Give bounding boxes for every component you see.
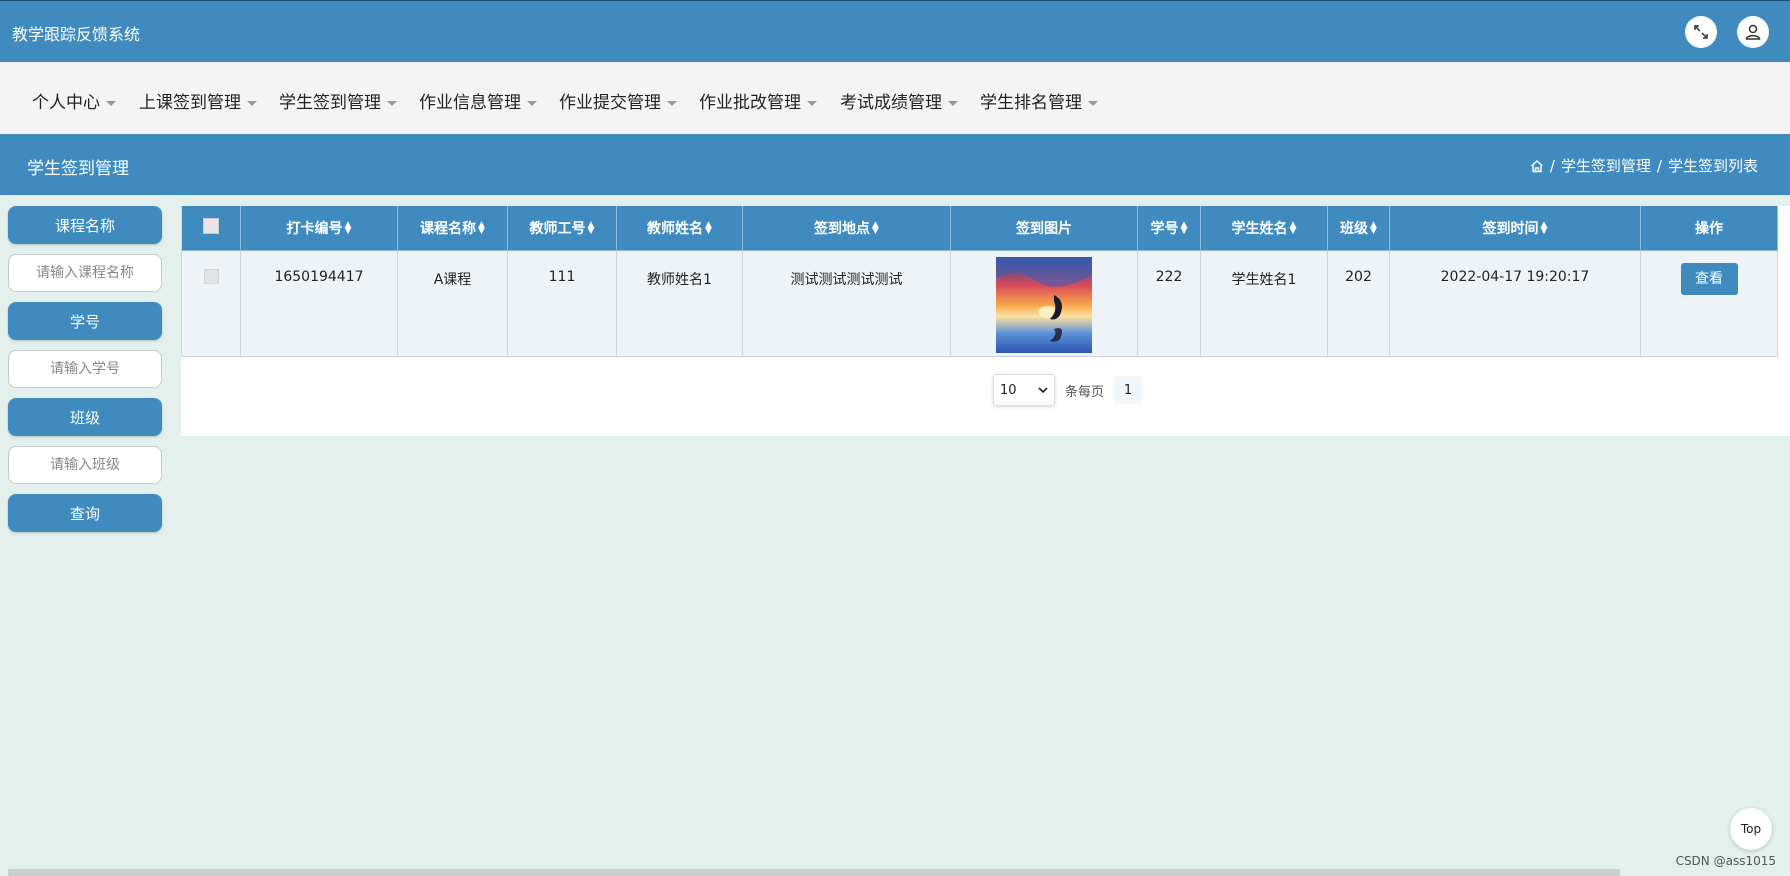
table-row: 1650194417 A课程 111 教师姓名1 测试测试测试测试 222 学生… [181,250,1778,357]
column-header[interactable]: 教师工号 ▲ ▼ [507,206,617,251]
caret-down-icon [247,100,257,106]
menu-label: 个人中心 [32,93,100,113]
page-title: 学生签到管理 [27,159,129,179]
app-title: 教学跟踪反馈系统 [12,25,141,44]
breadcrumb-item[interactable]: 学生签到管理 [1561,155,1651,176]
user-icon [1745,24,1761,40]
class-label: 班级 [8,398,162,436]
class-cell: 202 [1327,250,1390,357]
main-menu: 个人中心 上课签到管理 学生签到管理 作业信息管理 作业提交管理 作业批改管理 … [0,62,1790,134]
menu-exam-scores[interactable]: 考试成绩管理 [840,88,958,113]
pagination: 10 条每页 1 [993,374,1143,406]
row-checkbox[interactable] [203,269,219,284]
course-cell: A课程 [397,250,508,357]
menu-student-ranking[interactable]: 学生排名管理 [980,88,1098,113]
breadcrumb-item: 学生签到列表 [1667,157,1758,175]
chevron-down-icon [1038,387,1048,394]
column-header[interactable]: 学号 ▲ ▼ [1137,206,1201,251]
sort-icon[interactable]: ▲ ▼ [345,221,352,236]
home-icon[interactable] [1530,159,1544,173]
menu-student-checkin[interactable]: 学生签到管理 [279,88,397,113]
watermark: CSDN @ass1015 [1675,854,1776,868]
select-all-cell[interactable] [181,206,241,251]
student-no-label: 学号 [8,302,162,340]
row-select-cell[interactable] [181,250,241,357]
page-number-button[interactable]: 1 [1114,376,1143,404]
caret-down-icon [106,100,116,106]
breadcrumb: / 学生签到管理 / 学生签到列表 [1530,155,1758,176]
caret-down-icon [948,100,958,106]
main-content: 打卡编号 ▲ ▼ 课程名称 ▲ ▼ 教师工号 ▲ ▼ 教师姓名 ▲ ▼ 签到地点 ▲ ▼ 签到图片 … [181,206,1790,436]
query-button[interactable]: 查询 [8,494,162,532]
fullscreen-icon [1694,25,1708,39]
menu-homework-info[interactable]: 作业信息管理 [419,88,537,113]
column-header[interactable]: 课程名称 ▲ ▼ [397,206,508,251]
caret-down-icon [1088,100,1098,106]
column-header[interactable]: 班级 ▲ ▼ [1327,206,1390,251]
sort-icon[interactable]: ▲ ▼ [588,221,595,236]
location-cell: 测试测试测试测试 [742,250,951,357]
teacher-no-cell: 111 [507,250,617,357]
punch-no-cell: 1650194417 [240,250,398,357]
user-button[interactable] [1737,16,1769,48]
table-header-row: 打卡编号 ▲ ▼ 课程名称 ▲ ▼ 教师工号 ▲ ▼ 教师姓名 ▲ ▼ 签到地点 ▲ ▼ 签到图片 … [181,206,1778,251]
caret-down-icon [667,100,677,106]
menu-label: 上课签到管理 [139,93,241,113]
student-name-cell: 学生姓名1 [1200,250,1328,357]
top-bar: 教学跟踪反馈系统 [0,0,1790,62]
caret-down-icon [807,100,817,106]
page-header: 学生签到管理 / 学生签到管理 / 学生签到列表 [0,134,1790,195]
menu-label: 作业批改管理 [699,93,801,113]
column-header: 签到图片 [950,206,1138,251]
caret-down-icon [387,100,397,106]
course-name-input[interactable] [8,254,162,292]
sort-icon[interactable]: ▲ ▼ [1181,221,1188,236]
fullscreen-button[interactable] [1685,16,1717,48]
menu-personal-center[interactable]: 个人中心 [32,88,116,113]
photo-cell [950,250,1138,357]
menu-label: 学生排名管理 [980,93,1082,113]
per-page-label: 条每页 [1065,384,1105,400]
page-size-value: 10 [1000,382,1017,398]
menu-label: 作业提交管理 [559,93,661,113]
action-cell: 查看 [1640,250,1778,357]
column-header[interactable]: 签到地点 ▲ ▼ [742,206,951,251]
student-no-cell: 222 [1137,250,1201,357]
sort-icon[interactable]: ▲ ▼ [478,221,485,236]
menu-label: 学生签到管理 [279,93,381,113]
menu-label: 考试成绩管理 [840,93,942,113]
menu-homework-submit[interactable]: 作业提交管理 [559,88,677,113]
view-button[interactable]: 查看 [1680,263,1738,295]
breadcrumb-separator: / [1656,156,1662,175]
menu-label: 作业信息管理 [419,93,521,113]
sort-icon[interactable]: ▲ ▼ [1290,221,1297,236]
sort-icon[interactable]: ▲ ▼ [1541,221,1548,236]
breadcrumb-separator: / [1549,156,1555,175]
search-sidebar: 课程名称 学号 班级 查询 [8,206,162,542]
column-header[interactable]: 教师姓名 ▲ ▼ [616,206,743,251]
menu-class-checkin[interactable]: 上课签到管理 [139,88,257,113]
column-header[interactable]: 打卡编号 ▲ ▼ [240,206,398,251]
select-all-checkbox[interactable] [203,218,219,234]
caret-down-icon [527,100,537,106]
page-size-select[interactable]: 10 [993,374,1055,406]
column-header[interactable]: 学生姓名 ▲ ▼ [1200,206,1328,251]
sort-icon[interactable]: ▲ ▼ [872,221,879,236]
teacher-name-cell: 教师姓名1 [616,250,743,357]
menu-homework-grading[interactable]: 作业批改管理 [699,88,817,113]
sort-icon[interactable]: ▲ ▼ [705,221,712,236]
class-input[interactable] [8,446,162,484]
student-no-input[interactable] [8,350,162,388]
back-to-top-button[interactable]: Top [1730,808,1772,850]
checkin-photo-thumbnail[interactable] [996,257,1092,353]
sort-icon[interactable]: ▲ ▼ [1370,221,1377,236]
horizontal-scrollbar[interactable] [8,869,1620,876]
time-cell: 2022-04-17 19:20:17 [1389,250,1641,357]
checkin-table: 打卡编号 ▲ ▼ 课程名称 ▲ ▼ 教师工号 ▲ ▼ 教师姓名 ▲ ▼ 签到地点 ▲ ▼ 签到图片 … [181,206,1778,357]
column-header[interactable]: 签到时间 ▲ ▼ [1389,206,1641,251]
column-header: 操作 [1640,206,1778,251]
course-name-label: 课程名称 [8,206,162,244]
